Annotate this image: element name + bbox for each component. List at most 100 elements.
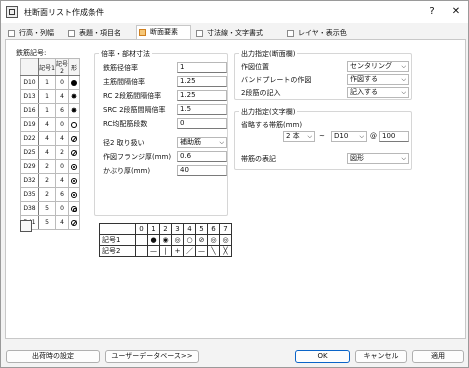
- chevron-down-icon: ⌵: [219, 139, 224, 146]
- grid-row1-cell: ◎: [171, 234, 184, 246]
- bar-shape-cell: [68, 75, 80, 90]
- tab-title-items[interactable]: 表題・項目名: [66, 27, 134, 39]
- ring-symbol-icon: [71, 121, 77, 128]
- omit-pitch-input[interactable]: 100: [379, 131, 409, 142]
- bar-k2-cell: 0: [55, 117, 69, 132]
- bar-shape-cell: [68, 215, 80, 230]
- bar-row[interactable]: D35 2 6: [20, 187, 80, 202]
- ok-button[interactable]: OK: [295, 350, 350, 363]
- scale-group: 倍率・部材寸法 鉄筋径倍率 1 主筋間隔倍率 1.25 RC 2段筋間隔倍率 1…: [94, 49, 228, 216]
- bar-shape-cell: [68, 201, 80, 216]
- row1-label: 記号1: [99, 234, 136, 246]
- symbol-grid-toggle[interactable]: [20, 220, 32, 232]
- omit-hoop-label: 省略する帯筋(mm): [241, 121, 303, 129]
- tab-layer-color[interactable]: レイヤ・表示色: [285, 27, 355, 39]
- header-shape: 形: [68, 58, 80, 76]
- output-text-title: 出力指定(文字欄): [239, 107, 298, 117]
- fill-symbol-icon: [71, 79, 77, 86]
- rc-second-pitch-input[interactable]: 1.25: [177, 90, 227, 101]
- grid-row2-cell: ╲: [207, 245, 220, 257]
- bar-k1-cell: 2: [38, 173, 56, 188]
- chevron-down-icon: ⌵: [359, 133, 364, 140]
- bar-dia-cell: D10: [20, 75, 39, 90]
- grid-row1-cell: ◎: [207, 234, 220, 246]
- bar-symbol-table: 記号1 記号2 形 D10 1 0 D13 1 4 ✸ D16 1 6 ✸ D19 4 0 D22 4 4 D25…: [20, 58, 80, 230]
- flange-thickness-input[interactable]: 0.6: [177, 151, 227, 162]
- tab-icon: [196, 30, 203, 37]
- bar-shape-cell: [68, 131, 80, 146]
- cancel-button[interactable]: キャンセル: [355, 350, 407, 363]
- bar-shape-cell: [68, 159, 80, 174]
- bar-row[interactable]: D19 4 0: [20, 117, 80, 132]
- cross-symbol-icon: [71, 219, 77, 226]
- grid-row2-cell: |: [159, 245, 172, 257]
- tab-icon: [8, 30, 15, 37]
- close-button[interactable]: ✕: [448, 4, 464, 20]
- help-button[interactable]: ?: [424, 4, 440, 20]
- bar-row[interactable]: D29 2 0: [20, 159, 80, 174]
- user-database-button[interactable]: ユーザーデータベース>>: [105, 350, 199, 363]
- grid-row1-cell: [135, 234, 148, 246]
- bar-row[interactable]: D25 4 2: [20, 145, 80, 160]
- cover-thickness-input[interactable]: 40: [177, 165, 227, 176]
- field-label: SRC 2段筋間隔倍率: [103, 106, 166, 114]
- bar-table-label: 鉄筋記号:: [16, 49, 47, 57]
- bar-k2-cell: 6: [55, 187, 69, 202]
- draw-position-select[interactable]: センタリング ⌵: [347, 61, 409, 72]
- tab-bar: 行高・列幅 表題・項目名 断面要素 寸法線・文字書式 レイヤ・表示色: [4, 25, 467, 40]
- bar-row[interactable]: D13 1 4 ✸: [20, 89, 80, 104]
- bar-dia-cell: D16: [20, 103, 39, 118]
- bar-shape-cell: ✸: [68, 89, 80, 104]
- tab-row-col[interactable]: 行高・列幅: [6, 27, 64, 39]
- tab-icon: [287, 30, 294, 37]
- bar-row[interactable]: D38 5 0: [20, 201, 80, 216]
- flange-label: 作図フランジ厚(mm): [103, 153, 172, 161]
- field-label: 作図位置: [241, 63, 269, 71]
- omit-count-select[interactable]: 2 本 ⌵: [283, 131, 315, 142]
- bar-row[interactable]: D32 2 4: [20, 173, 80, 188]
- bar-dia-cell: D13: [20, 89, 39, 104]
- chevron-down-icon: ⌵: [401, 155, 406, 162]
- grid-row2-cell: +: [171, 245, 184, 257]
- bar-dia-scale-input[interactable]: 1: [177, 62, 227, 73]
- dot-symbol-icon: [71, 191, 77, 198]
- kei-label: 径2 取り扱い: [103, 139, 145, 147]
- src-second-pitch-input[interactable]: 1.5: [177, 104, 227, 115]
- second-row-select[interactable]: 記入する ⌵: [347, 87, 409, 98]
- apply-button[interactable]: 適用: [412, 350, 464, 363]
- band-plate-select[interactable]: 作図する ⌵: [347, 74, 409, 85]
- grid-header-cell: 2: [159, 223, 172, 235]
- grid-corner: [99, 223, 136, 235]
- bar-shape-cell: [68, 145, 80, 160]
- bar-row[interactable]: D16 1 6 ✸: [20, 103, 80, 118]
- tab-section-elements[interactable]: 断面要素: [136, 25, 191, 40]
- main-pitch-scale-input[interactable]: 1.25: [177, 76, 227, 87]
- tab-panel: 鉄筋記号: 記号1 記号2 形 D10 1 0 D13 1 4 ✸ D16 1 6 ✸ D19 4 0 D2…: [5, 39, 466, 339]
- bar-row[interactable]: D10 1 0: [20, 75, 80, 90]
- chevron-down-icon: ⌵: [307, 133, 312, 140]
- bar-k1-cell: 2: [38, 159, 56, 174]
- grid-header-cell: 6: [207, 223, 220, 235]
- bar-k2-cell: 4: [55, 173, 69, 188]
- grid-row2-cell: ／: [183, 245, 196, 257]
- grid-row1-cell: ⊘: [195, 234, 208, 246]
- grid-row2-cell: —: [195, 245, 208, 257]
- bar-row[interactable]: D22 4 4: [20, 131, 80, 146]
- hoop-notation-label: 帯筋の表記: [241, 155, 276, 163]
- dot-symbol-icon: [71, 163, 77, 170]
- startup-settings-button[interactable]: 出荷時の設定: [6, 350, 100, 363]
- tab-dimension-text[interactable]: 寸法線・文字書式: [194, 27, 282, 39]
- grid-header-cell: 0: [135, 223, 148, 235]
- bar-k2-cell: 4: [55, 131, 69, 146]
- grid-header-cell: 1: [147, 223, 160, 235]
- starburst-icon: ✸: [70, 106, 78, 115]
- omit-size-select[interactable]: D10 ⌵: [331, 131, 367, 142]
- bar-k1-cell: 5: [38, 215, 56, 230]
- hoop-notation-select[interactable]: 図形 ⌵: [347, 153, 409, 164]
- rc-even-rows-input[interactable]: 0: [177, 118, 227, 129]
- grid-row2-cell: ╳: [219, 245, 232, 257]
- grid-row1-cell: ●: [147, 234, 160, 246]
- ringfill-symbol-icon: [71, 205, 77, 212]
- kei-select[interactable]: 補助筋 ⌵: [177, 137, 227, 148]
- bar-k2-cell: 4: [55, 215, 69, 230]
